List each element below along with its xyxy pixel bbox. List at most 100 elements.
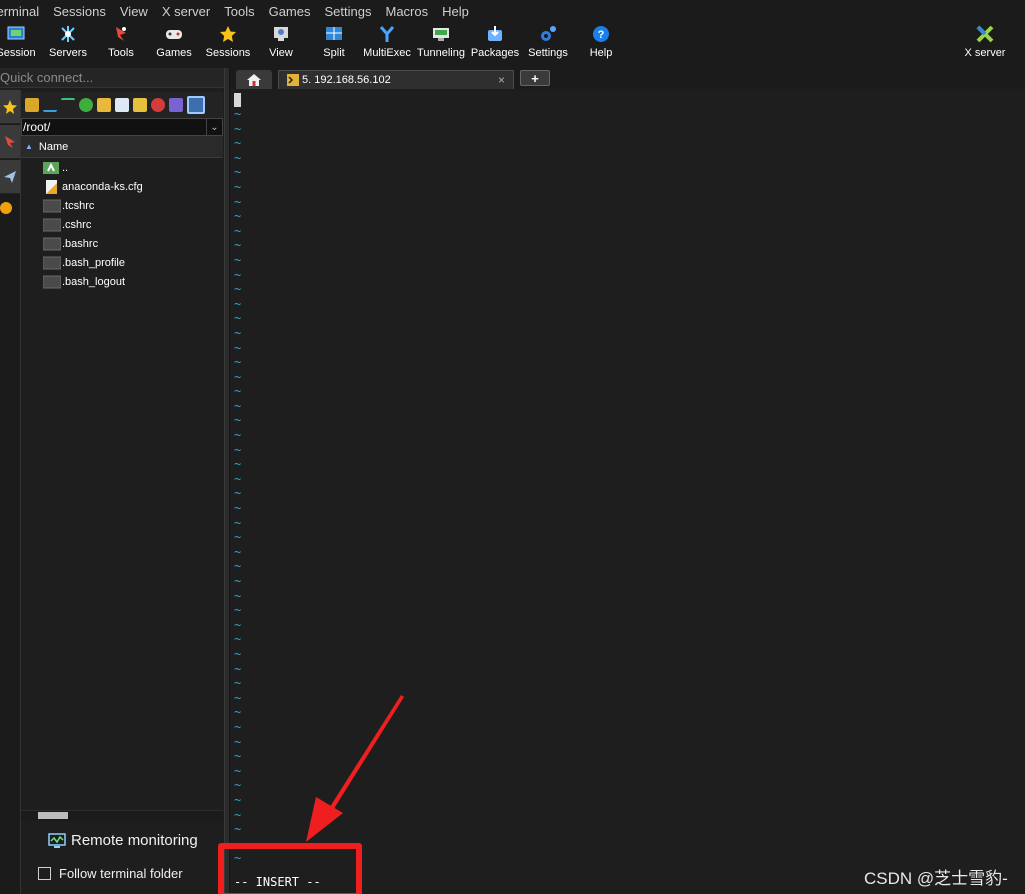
- servers-button[interactable]: Servers: [47, 22, 89, 68]
- chevron-down-icon[interactable]: ⌄: [206, 119, 222, 135]
- file-icon: [43, 199, 61, 212]
- menu-sessions[interactable]: Sessions: [53, 4, 106, 19]
- gear-icon: [538, 24, 558, 44]
- tab-home[interactable]: [236, 70, 272, 89]
- file-row[interactable]: .bash_profile: [21, 253, 223, 272]
- file-row[interactable]: .bashrc: [21, 234, 223, 253]
- toggle-view-icon[interactable]: [187, 96, 205, 114]
- close-icon[interactable]: ×: [498, 73, 505, 87]
- new-folder-icon[interactable]: [97, 98, 111, 112]
- vim-tilde-line: ~: [234, 676, 242, 691]
- file-name: .tcshrc: [62, 199, 95, 212]
- vim-tilde-line: ~: [234, 150, 242, 165]
- sftp-file-list: ▲ Name .. anaconda-ks.cfg .tcshrc .cshrc…: [21, 136, 223, 806]
- vim-tilde-line: ~: [234, 807, 242, 822]
- file-row[interactable]: anaconda-ks.cfg: [21, 177, 223, 196]
- help-button[interactable]: ? Help: [580, 22, 622, 68]
- vim-tilde-line: ~: [234, 617, 242, 632]
- multiexec-button[interactable]: MultiExec: [363, 22, 411, 68]
- vim-tilde-line: ~: [234, 690, 242, 705]
- vim-tilde-line: ~: [234, 311, 242, 326]
- file-row-parent[interactable]: ..: [21, 158, 223, 177]
- view-button[interactable]: View: [260, 22, 302, 68]
- rename-icon[interactable]: [169, 98, 183, 112]
- vim-tilde-line: ~: [234, 822, 242, 837]
- vim-tilde-line: ~: [234, 136, 242, 151]
- remote-monitoring-button[interactable]: Remote monitoring: [48, 832, 198, 849]
- new-tab-button[interactable]: +: [520, 70, 550, 86]
- tools-icon: [5, 135, 15, 148]
- delete-icon[interactable]: [151, 98, 165, 112]
- vim-tilde-line: ~: [234, 238, 242, 253]
- scrollbar-thumb[interactable]: [38, 812, 68, 819]
- menu-settings[interactable]: Settings: [325, 4, 372, 19]
- sidebar-tab-sessions[interactable]: [0, 90, 20, 124]
- file-name: ..: [62, 161, 69, 174]
- sessions-label: Sessions: [205, 47, 251, 59]
- session-tab-bar: 5. 192.168.56.102 × +: [230, 68, 1025, 89]
- quick-connect-input[interactable]: [0, 68, 224, 87]
- new-file-icon[interactable]: [115, 98, 129, 112]
- sidebar-tab-sftp[interactable]: [0, 160, 20, 194]
- menu-games[interactable]: Games: [269, 4, 311, 19]
- macros-icon[interactable]: [0, 202, 12, 214]
- sftp-path-text: /root/: [23, 120, 51, 134]
- follow-terminal-folder-option[interactable]: Follow terminal folder: [38, 866, 183, 881]
- follow-terminal-folder-checkbox[interactable]: [38, 867, 51, 880]
- plus-icon: +: [531, 70, 539, 86]
- session-icon: [6, 24, 26, 44]
- vim-tilde-line: ~: [234, 515, 242, 530]
- games-icon: [164, 24, 184, 44]
- menu-macros[interactable]: Macros: [385, 4, 428, 19]
- terminal-pane[interactable]: ~ ~ ~ ~ ~ ~ ~ ~ ~ ~ ~ ~ ~ ~ ~ ~ ~ ~ ~ ~ ~ ~ ~ ~ ~ ~ ~ ~ ~ ~ ~ ~ ~ ~ ~ ~ ~ ~ ~ ~…: [230, 89, 1025, 894]
- menu-xserver[interactable]: X server: [162, 4, 210, 19]
- settings-button[interactable]: Settings: [525, 22, 571, 68]
- tunneling-button[interactable]: Tunneling: [416, 22, 466, 68]
- vim-tilde-line: ~: [234, 588, 242, 603]
- packages-icon: [485, 24, 505, 44]
- vim-tilde-line: ~: [234, 442, 242, 457]
- session-label: Session: [0, 47, 36, 59]
- session-button[interactable]: Session: [0, 22, 37, 68]
- terminal-cursor: [234, 93, 241, 107]
- menu-tools[interactable]: Tools: [224, 4, 254, 19]
- column-header-name[interactable]: ▲ Name: [21, 136, 223, 158]
- multiexec-label: MultiExec: [363, 47, 411, 59]
- tab-session-5[interactable]: 5. 192.168.56.102 ×: [278, 70, 514, 89]
- sftp-toolbar: [21, 92, 223, 118]
- menu-help[interactable]: Help: [442, 4, 469, 19]
- split-button[interactable]: Split: [313, 22, 355, 68]
- vim-tilde-line: ~: [234, 632, 242, 647]
- vim-tilde-line: ~: [234, 413, 242, 428]
- sftp-path-field[interactable]: /root/ ⌄: [21, 118, 223, 136]
- download-icon[interactable]: [43, 98, 57, 112]
- folder-up-icon[interactable]: [25, 98, 39, 112]
- file-row[interactable]: .cshrc: [21, 215, 223, 234]
- file-name: .bash_logout: [62, 275, 125, 288]
- servers-label: Servers: [49, 47, 87, 59]
- file-icon: [43, 275, 61, 288]
- split-icon: [324, 24, 344, 44]
- home-icon: [247, 73, 261, 86]
- sessions-button[interactable]: Sessions: [205, 22, 251, 68]
- vim-tilde-line: ~: [234, 179, 242, 194]
- xserver-button[interactable]: X server: [962, 22, 1008, 68]
- packages-button[interactable]: Packages: [471, 22, 519, 68]
- vim-tilde-line: ~: [234, 486, 242, 501]
- file-row[interactable]: .tcshrc: [21, 196, 223, 215]
- file-row[interactable]: .bash_logout: [21, 272, 223, 291]
- vim-tilde-line: ~: [234, 457, 242, 472]
- vim-tilde-line: ~: [234, 282, 242, 297]
- file-icon: [43, 237, 61, 250]
- menu-view[interactable]: View: [120, 4, 148, 19]
- refresh-icon[interactable]: [79, 98, 93, 112]
- quick-connect-bar: [0, 68, 224, 88]
- menu-terminal[interactable]: Terminal: [0, 4, 39, 19]
- games-button[interactable]: Games: [153, 22, 195, 68]
- vim-tilde-line: ~: [234, 340, 242, 355]
- upload-icon[interactable]: [61, 98, 75, 112]
- sidebar-tab-tools[interactable]: [0, 125, 20, 159]
- tools-button[interactable]: Tools: [100, 22, 142, 68]
- open-folder-icon[interactable]: [133, 98, 147, 112]
- vim-tilde-line: ~: [234, 428, 242, 443]
